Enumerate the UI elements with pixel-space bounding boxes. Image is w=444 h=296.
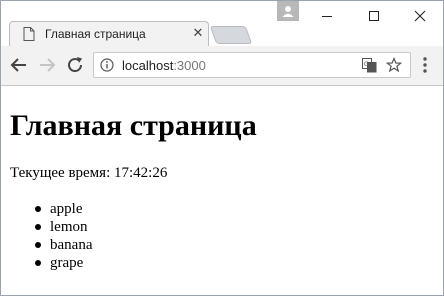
forward-arrow-icon[interactable] [36,54,58,76]
url-port: :3000 [173,58,206,73]
browser-window: Главная страница ✕ localhost:3000 G Глав… [0,0,444,296]
tab-close-icon[interactable]: ✕ [190,25,206,41]
user-icon [282,6,294,17]
translate-icon[interactable]: G [362,58,377,73]
url-host: localhost [122,58,174,73]
tab-main[interactable]: Главная страница ✕ [9,21,209,46]
title-bar: Главная страница ✕ [1,1,443,46]
svg-text:G: G [364,61,369,68]
list-item: grape [10,254,92,272]
minimize-button[interactable] [304,1,350,31]
list-item-label: grape [50,255,84,271]
address-bar[interactable]: localhost:3000 G [93,52,411,78]
back-arrow-icon[interactable] [8,54,30,76]
maximize-icon [369,10,379,21]
list-item-label: lemon [50,219,88,235]
list-item-label: apple [50,201,83,217]
maximize-button[interactable] [351,1,397,31]
new-tab-button[interactable] [209,26,253,44]
list-item: banana [10,236,92,254]
info-icon[interactable] [100,58,114,72]
bullet-icon [35,224,41,230]
tab-title: Главная страница [45,27,146,41]
reload-icon[interactable] [64,54,86,76]
close-icon [414,10,426,22]
minimize-icon [322,15,332,17]
more-menu-icon[interactable] [419,56,431,76]
document-icon [23,27,35,41]
toolbar: localhost:3000 G [1,46,443,86]
current-time: Текущее время: 17:42:26 [10,165,168,181]
fruit-list: apple lemon banana grape [10,200,92,272]
page-content: Главная страница Текущее время: 17:42:26… [1,87,443,295]
bullet-icon [35,260,41,266]
bullet-icon [35,242,41,248]
list-item-label: banana [50,237,93,253]
close-window-button[interactable] [397,1,443,31]
bookmark-star-icon[interactable] [386,57,402,73]
bullet-icon [35,206,41,212]
list-item: apple [10,200,92,218]
list-item: lemon [10,218,92,236]
user-profile-button[interactable] [277,1,299,21]
page-heading: Главная страница [10,109,257,142]
url-text[interactable]: localhost:3000 [122,58,206,73]
